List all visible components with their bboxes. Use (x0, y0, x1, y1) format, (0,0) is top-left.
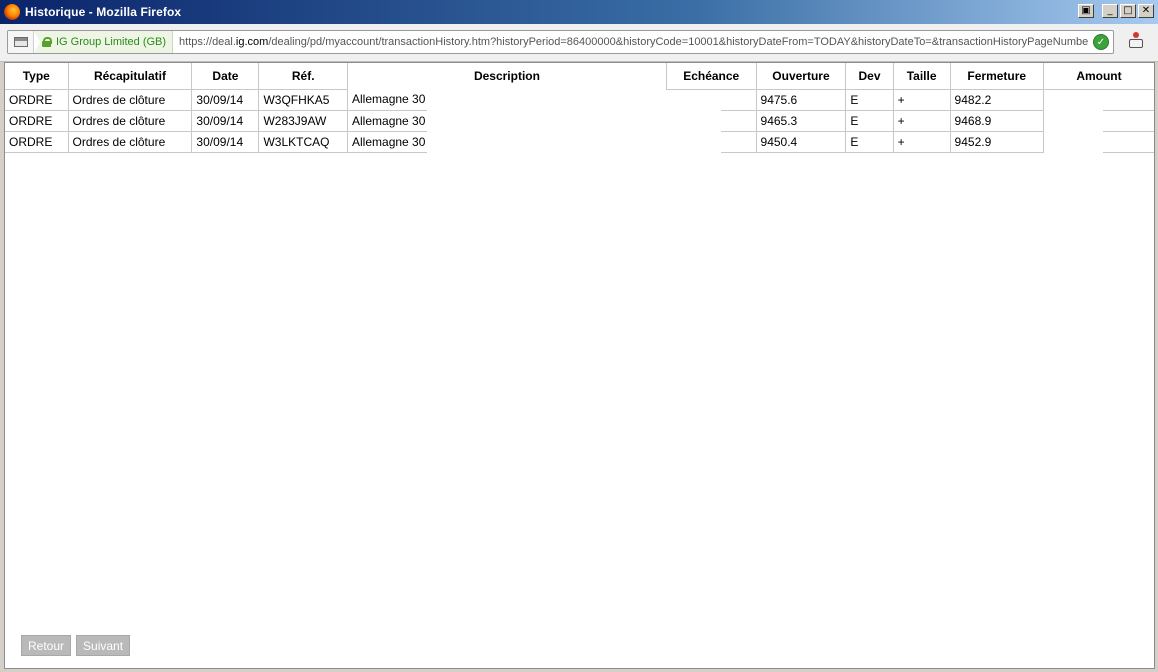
table-row[interactable]: ORDRE Ordres de clôture 30/09/14 W283J9A… (5, 110, 1154, 132)
cell-taille: + (893, 131, 914, 153)
cell-fermeture: 9468.9 (950, 110, 1044, 132)
minimize-button[interactable]: _ (1102, 4, 1118, 18)
cell-ouverture: 9465.3 (756, 110, 847, 132)
header-taille[interactable]: Taille (893, 63, 951, 90)
maximize-button[interactable]: □ (1120, 4, 1136, 18)
window-titlebar[interactable]: Historique - Mozilla Firefox ▣ _ □ ✕ (0, 0, 1158, 24)
header-recap[interactable]: Récapitulatif (68, 63, 193, 90)
window-icon (13, 37, 28, 47)
cell-dev: E (845, 89, 894, 111)
header-dev[interactable]: Dev (845, 63, 894, 90)
cell-recap: Ordres de clôture (68, 131, 193, 153)
cell-ref: W283J9AW (258, 110, 349, 132)
cell-date: 30/09/14 (191, 89, 260, 111)
cell-description-spacer (427, 89, 666, 110)
close-button[interactable]: ✕ (1138, 4, 1154, 18)
header-date[interactable]: Date (191, 63, 260, 90)
cell-spacer (666, 110, 721, 131)
header-ref[interactable]: Réf. (258, 63, 349, 90)
cell-dev: E (845, 110, 894, 132)
transaction-history-table: Type Récapitulatif Date Réf. Description… (5, 63, 1154, 153)
addon-icon[interactable] (1128, 32, 1144, 50)
header-ouverture[interactable]: Ouverture (756, 63, 847, 90)
site-identity-button[interactable]: IG Group Limited (GB) (34, 31, 174, 53)
header-echeance[interactable]: Echéance (666, 63, 757, 90)
cell-type: ORDRE (5, 110, 69, 132)
restore-window-button[interactable]: ▣ (1078, 4, 1094, 18)
cell-description: Allemagne 30 (347, 110, 428, 132)
site-info-button[interactable] (8, 31, 34, 53)
cell-description-spacer (427, 131, 666, 152)
header-type[interactable]: Type (5, 63, 69, 90)
firefox-logo-icon (4, 4, 20, 20)
cell-amount-end (1102, 131, 1154, 153)
cell-taille-spacer (913, 131, 951, 153)
pagination: Retour Suivant (21, 635, 131, 656)
cell-amount (1043, 89, 1102, 110)
cell-amount (1043, 110, 1102, 131)
cell-description: Allemagne 30 (347, 131, 428, 153)
cell-ouverture: 9475.6 (756, 89, 847, 111)
table-row[interactable]: ORDRE Ordres de clôture 30/09/14 W3LKTCA… (5, 131, 1154, 153)
cell-ref: W3LKTCAQ (258, 131, 349, 153)
header-amount[interactable]: Amount (1043, 63, 1154, 90)
cell-taille-spacer (913, 110, 951, 132)
cell-taille: + (893, 110, 914, 132)
url-domain: ig.com (235, 36, 269, 48)
site-identity-label: IG Group Limited (GB) (56, 36, 167, 48)
cell-echeance (721, 131, 757, 153)
window-title: Historique - Mozilla Firefox (25, 5, 182, 19)
cell-fermeture: 9482.2 (950, 89, 1044, 111)
cell-echeance (721, 89, 757, 111)
cell-amount-end (1102, 110, 1154, 132)
cell-date: 30/09/14 (191, 110, 260, 132)
cell-ouverture: 9450.4 (756, 131, 847, 153)
cell-echeance (721, 110, 757, 132)
window-controls: ▣ _ □ ✕ (1076, 4, 1154, 18)
url-path: /dealing/pd/myaccount/transactionHistory… (268, 36, 1089, 48)
cell-recap: Ordres de clôture (68, 89, 193, 111)
cell-amount-end (1102, 89, 1154, 111)
cell-dev: E (845, 131, 894, 153)
cell-date: 30/09/14 (191, 131, 260, 153)
cell-amount (1043, 131, 1102, 152)
navigation-bar: IG Group Limited (GB) https://deal.ig.co… (0, 24, 1158, 62)
lock-icon (42, 37, 52, 47)
cell-type: ORDRE (5, 89, 69, 111)
cell-type: ORDRE (5, 131, 69, 153)
cell-fermeture: 9452.9 (950, 131, 1044, 153)
cell-taille-spacer (913, 89, 951, 111)
cell-ref: W3QFHKA5 (258, 89, 349, 111)
addon-icon-head (1133, 32, 1139, 38)
cell-spacer (666, 131, 721, 152)
addon-icon-body (1129, 39, 1143, 48)
check-icon[interactable]: ✓ (1093, 34, 1109, 50)
page-content: Type Récapitulatif Date Réf. Description… (4, 62, 1155, 669)
url-bar[interactable]: IG Group Limited (GB) https://deal.ig.co… (7, 30, 1114, 54)
header-description[interactable]: Description (347, 63, 667, 89)
cell-spacer (666, 89, 721, 110)
table-header-row: Type Récapitulatif Date Réf. Description… (5, 63, 1154, 90)
table-row[interactable]: ORDRE Ordres de clôture 30/09/14 W3QFHKA… (5, 89, 1154, 111)
cell-recap: Ordres de clôture (68, 110, 193, 132)
prev-page-button[interactable]: Retour (21, 635, 72, 656)
url-text[interactable]: https://deal.ig.com/dealing/pd/myaccount… (173, 36, 1089, 48)
next-page-button[interactable]: Suivant (76, 635, 131, 656)
header-fermeture[interactable]: Fermeture (950, 63, 1044, 90)
cell-description-spacer (427, 110, 666, 131)
cell-taille: + (893, 89, 914, 111)
cell-description: Allemagne 30 (347, 89, 428, 111)
url-prefix: https://deal. (179, 36, 236, 48)
